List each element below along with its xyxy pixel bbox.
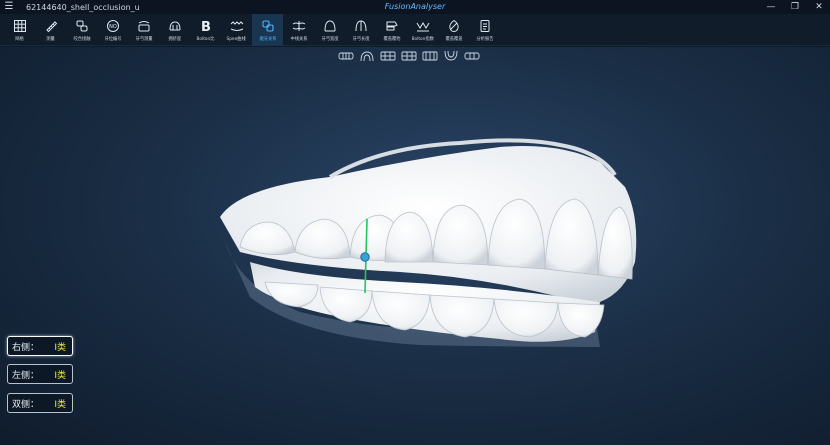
close-icon[interactable]: ✕ [814,2,824,12]
molar-relation-icon [261,20,274,32]
tool-arch-measure[interactable]: 牙弓测量 [128,14,159,46]
occlusion-contact-icon [76,20,87,32]
3d-viewport[interactable] [0,47,830,445]
tool-overjet[interactable]: 覆盖覆殆 [376,14,407,46]
tool-overbite[interactable]: 覆盖覆盖 [438,14,469,46]
tool-label: 牙弓宽度 [320,37,339,42]
tool-label: 网格 [15,37,24,42]
grid-icon [13,20,26,32]
tool-label: 覆盖覆盖 [444,37,463,42]
tool-label: 牙弓长度 [351,37,370,42]
view-upper-occlusal-icon[interactable] [359,50,375,62]
title-bar: ☰ 62144640_shell_occlusion_u FusionAnaly… [0,0,830,15]
app-title: FusionAnalyser [352,0,478,15]
tool-bolton[interactable]: B Bolton比 [190,14,221,46]
overbite-icon [448,19,459,33]
view-left-icon[interactable] [401,50,417,62]
tooth-number-icon: NO [106,20,119,32]
class-value: I类 [54,399,66,410]
tool-molar-relation[interactable]: 磨牙关系 [252,14,283,46]
arch-measure-icon [138,21,149,32]
view-toolbar [338,50,480,64]
ruler-icon [45,21,57,33]
bolton-index-icon [416,22,429,32]
tool-tooth-number[interactable]: NO 牙位编号 [97,14,128,46]
view-back-icon[interactable] [422,50,438,62]
tool-label: 中线关系 [289,37,308,42]
tool-label: Spee曲线 [226,37,247,42]
tool-arch-length[interactable]: 牙弓长度 [345,14,376,46]
right-side-class-button[interactable]: 右侧： I类 [7,336,73,356]
window-controls: — ❐ ✕ [766,0,824,14]
tool-spee-curve[interactable]: Spee曲线 [221,14,252,46]
crowding-icon [169,21,180,31]
view-front-icon[interactable] [338,50,354,62]
arch-length-icon [355,20,366,32]
class-value: I类 [54,342,66,353]
svg-text:B: B [201,20,211,33]
class-label: 双侧： [12,399,40,410]
tool-label: 覆盖覆殆 [382,37,401,42]
view-lower-occlusal-icon[interactable] [443,50,459,62]
tool-label: 咬合接触 [72,37,91,42]
hamburger-menu-icon[interactable]: ☰ [0,0,18,14]
tool-occlusion-contact[interactable]: 咬合接触 [66,14,97,46]
tool-measure[interactable]: 测量 [35,14,66,46]
view-right-icon[interactable] [380,50,396,62]
tool-label: 测量 [46,37,55,42]
midline-icon [292,21,305,31]
view-bottom-icon[interactable] [464,50,480,62]
dental-model[interactable] [0,47,830,445]
tool-label: 拥挤度 [168,37,181,42]
tool-label: Bolton指数 [411,37,434,42]
tool-crowding[interactable]: 拥挤度 [159,14,190,46]
class-label: 右侧： [12,342,40,353]
file-name: 62144640_shell_occlusion_u [26,2,140,12]
minimize-icon[interactable]: — [766,2,776,12]
molar-relation-point[interactable] [360,252,370,262]
spee-curve-icon [230,21,243,31]
svg-text:NO: NO [109,24,117,30]
both-sides-class-button[interactable]: 双侧： I类 [7,393,73,413]
tool-grid[interactable]: 网格 [4,14,35,46]
restore-icon[interactable]: ❐ [790,2,800,12]
bolton-icon: B [201,20,211,33]
class-value: I类 [54,370,66,381]
class-label: 左侧： [12,370,40,381]
tool-label: 磨牙关系 [258,37,277,42]
arch-width-icon [324,20,335,32]
tool-label: 牙弓测量 [134,37,153,42]
tool-label: 牙位编号 [103,37,122,42]
report-icon [480,20,489,32]
left-side-class-button[interactable]: 左侧： I类 [7,364,73,384]
main-toolbar: 网格 测量 咬合接触 NO 牙位编号 牙弓测量 拥挤度 B Bolton比 Sp… [0,14,830,46]
tool-label: Bolton比 [196,37,215,42]
tool-bolton-index[interactable]: Bolton指数 [407,14,438,46]
tool-report[interactable]: 分析报告 [469,14,500,46]
overjet-icon [386,21,398,31]
tool-label: 分析报告 [475,37,494,42]
tool-arch-width[interactable]: 牙弓宽度 [314,14,345,46]
tool-midline[interactable]: 中线关系 [283,14,314,46]
